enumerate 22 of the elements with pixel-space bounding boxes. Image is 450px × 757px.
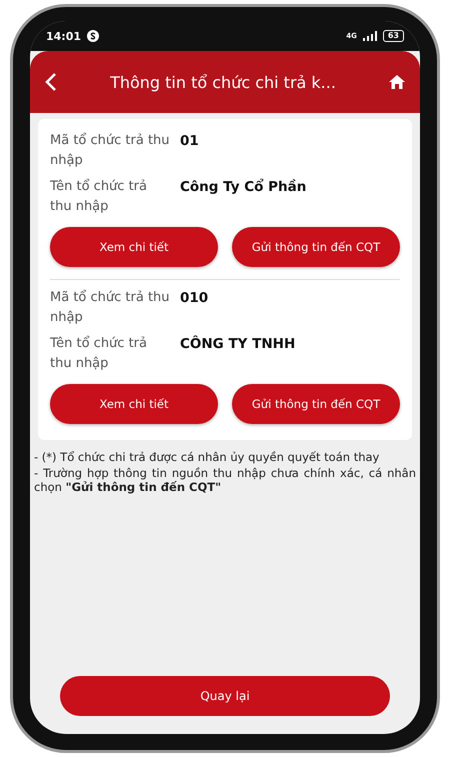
field-label: Mã tổ chức trả thu nhập xyxy=(50,288,171,327)
field-label: Tên tổ chức trả thu nhập xyxy=(50,178,148,216)
view-details-button[interactable]: Xem chi tiết xyxy=(50,384,218,424)
field-label: Mã tổ chức trả thu nhập xyxy=(50,132,171,170)
note-text: - Trường hợp thông tin nguồn thu nhập chưa chính xác, cá nhân chọn "Gửi thông tin đến CQT" xyxy=(34,466,416,494)
note-text: - (*) Tổ chức chi trả được cá nhân ủy quyền quyết toán thay xyxy=(34,450,380,464)
back-icon[interactable] xyxy=(44,72,58,92)
field-value: Công Ty Cổ Phần xyxy=(180,178,308,197)
back-button[interactable]: Quay lại xyxy=(60,676,390,716)
home-icon[interactable] xyxy=(388,74,406,90)
field-label: Tên tổ chức trả thu nhập xyxy=(50,334,148,373)
header-title: Thông tin tổ chức chi trả k... xyxy=(109,72,337,92)
send-info-button[interactable]: Gửi thông tin đến CQT xyxy=(232,227,400,267)
field-value: 01 xyxy=(180,132,200,151)
field-value: CÔNG TY TNHH xyxy=(180,334,296,354)
app-notification-icon xyxy=(87,30,100,42)
view-details-button[interactable]: Xem chi tiết xyxy=(50,227,218,267)
status-time: 14:01 xyxy=(46,30,82,42)
battery-indicator: 63 xyxy=(382,30,404,42)
send-info-button[interactable]: Gửi thông tin đến CQT xyxy=(232,384,400,424)
field-value: 010 xyxy=(180,289,210,308)
signal-icon xyxy=(362,31,377,41)
